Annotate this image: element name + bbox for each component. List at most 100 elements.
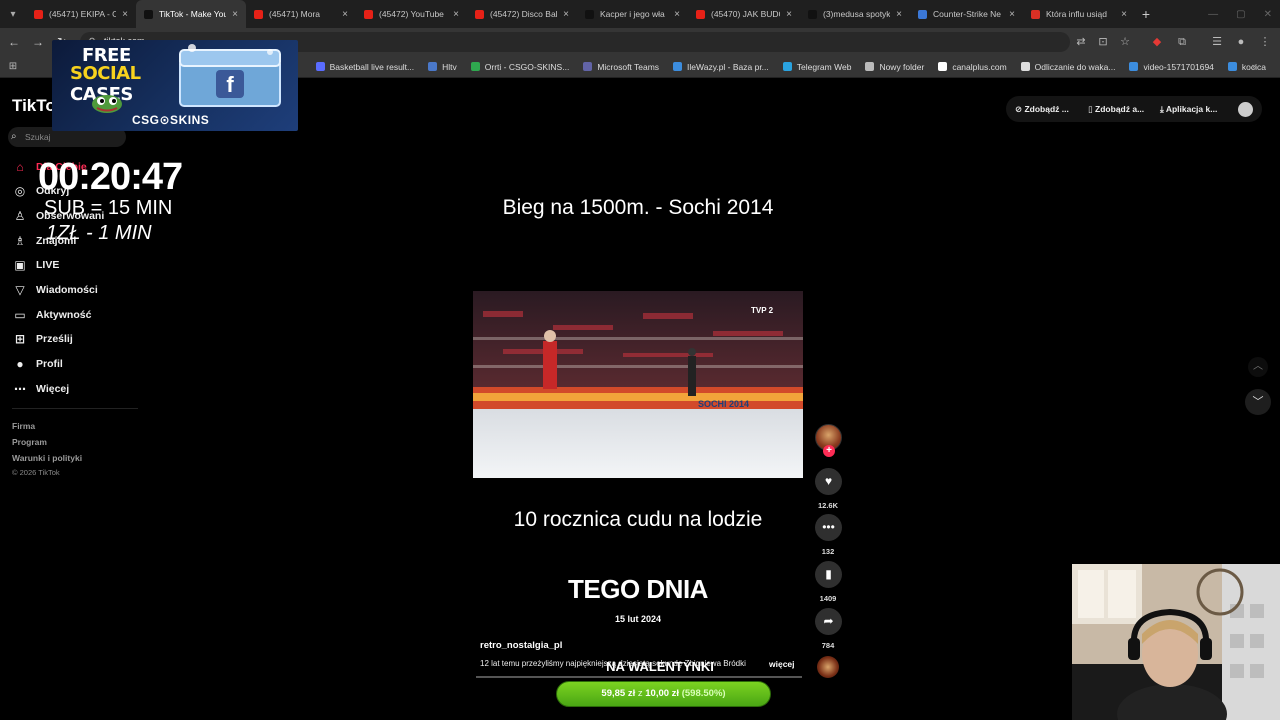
bookmark-favicon-icon: [428, 62, 438, 71]
goal-percent: (598.50%): [681, 688, 726, 699]
sidebar-item-5[interactable]: ▣ LIVE: [12, 258, 59, 272]
video-frame[interactable]: SOCHI 2014 TVP 2: [473, 291, 803, 478]
profile-icon: ●: [16, 357, 24, 371]
bookmark-item[interactable]: IleWazy.pl - Baza pr...: [673, 62, 769, 72]
browser-tab[interactable]: Która influ usiąd ×: [1023, 0, 1135, 28]
footer-link-program[interactable]: Program: [12, 437, 47, 447]
minimize-icon[interactable]: —: [1208, 9, 1218, 20]
save-button[interactable]: ▮: [815, 561, 842, 588]
tab-favicon-icon: [475, 9, 484, 19]
case-chest-icon: f: [179, 44, 281, 107]
close-tab-icon[interactable]: ×: [342, 9, 348, 20]
browser-tab[interactable]: (45470) JAK BUDO ×: [688, 0, 800, 28]
browser-tab[interactable]: (45471) EKIPA - O ×: [26, 0, 136, 28]
tab-title: Kacper i jego wła: [600, 9, 665, 19]
user-avatar[interactable]: [1238, 102, 1253, 117]
bookmark-item[interactable]: Telegram Web: [782, 62, 851, 72]
browser-menu-icon[interactable]: ⋮: [1258, 35, 1272, 49]
tab-title: TikTok - Make You: [159, 9, 227, 19]
bookmark-star-icon[interactable]: ☆: [1118, 35, 1132, 49]
sidebar-item-8[interactable]: ⊞ Prześlij: [12, 332, 73, 346]
extension-icon[interactable]: ◆: [1150, 35, 1164, 49]
close-tab-icon[interactable]: ×: [1009, 9, 1015, 20]
phone-icon: ▯: [1088, 104, 1096, 114]
tab-favicon-icon: [364, 9, 373, 19]
browser-tab[interactable]: Counter-Strike Ne ×: [910, 0, 1023, 28]
author-name[interactable]: retro_nostalgia_pl: [480, 640, 562, 651]
share-button[interactable]: ➦: [815, 608, 842, 635]
video-description: 12 lat temu przeżyliśmy najpiękniejszą d…: [480, 659, 746, 668]
browser-tab[interactable]: (45472) Disco Bal ×: [467, 0, 577, 28]
sub-rule: SUB = 15 MIN: [44, 197, 173, 219]
reading-list-icon[interactable]: ☰: [1210, 35, 1224, 49]
sidebar-item-10[interactable]: ⋯ Więcej: [12, 382, 69, 396]
tab-search-icon[interactable]: ▾: [0, 0, 26, 28]
browser-tab[interactable]: (3)medusa spotyk ×: [800, 0, 910, 28]
bookmark-item[interactable]: kocica: [1227, 62, 1266, 72]
comment-button[interactable]: •••: [815, 514, 842, 541]
bookmark-item[interactable]: Hltv: [428, 62, 457, 72]
install-app-icon[interactable]: ⊡: [1096, 35, 1110, 49]
forward-icon[interactable]: →: [30, 34, 46, 50]
tab-title: (45472) Disco Bal: [490, 9, 558, 19]
video-progress-bar[interactable]: [476, 676, 802, 678]
sidebar-item-7[interactable]: ▭ Aktywność: [12, 308, 91, 322]
more-icon: ⋯: [14, 382, 26, 396]
previous-video-button[interactable]: ︿: [1248, 357, 1268, 377]
bookmark-favicon-icon: [865, 62, 875, 71]
browser-tab[interactable]: (45472) YouTube ×: [356, 0, 467, 28]
tab-title: (3)medusa spotyk: [823, 9, 891, 19]
bookmark-item[interactable]: video-1571701694: [1129, 62, 1214, 72]
extensions-puzzle-icon[interactable]: ⧉: [1175, 35, 1189, 49]
sidebar-item-9[interactable]: ● Profil: [12, 357, 63, 371]
close-tab-icon[interactable]: ×: [232, 9, 238, 20]
footer-link-company[interactable]: Firma: [12, 421, 35, 431]
bookmark-item[interactable]: Basketball live result...: [315, 62, 414, 72]
new-tab-button[interactable]: +: [1135, 6, 1157, 22]
profile-avatar-icon[interactable]: ●: [1234, 35, 1248, 49]
sidebar-item-6[interactable]: ▽ Wiadomości: [12, 283, 97, 297]
close-tab-icon[interactable]: ×: [563, 9, 569, 20]
sidebar-item-label: LIVE: [36, 259, 60, 271]
bookmark-item[interactable]: Odliczanie do waka...: [1020, 62, 1115, 72]
heart-icon: ♥: [824, 474, 833, 488]
desktop-app-button[interactable]: ⤓ Aplikacja k...: [1160, 104, 1217, 115]
sidebar-item-label: Profil: [36, 358, 63, 370]
bookmark-label: Microsoft Teams: [597, 61, 660, 72]
get-coins-button[interactable]: ⊘ Zdobądź ...: [1015, 104, 1069, 115]
apps-grid-icon[interactable]: ⊞: [0, 61, 26, 72]
bookmark-item[interactable]: Orrti - CSGO-SKINS...: [470, 62, 569, 72]
browser-tab[interactable]: Kacper i jego wła ×: [577, 0, 688, 28]
follow-plus-icon[interactable]: +: [823, 445, 835, 457]
browser-tab[interactable]: TikTok - Make You ×: [136, 0, 246, 28]
bookmark-item[interactable]: canalplus.com: [938, 62, 1007, 72]
slide-tego: TEGO DNIA: [568, 574, 708, 604]
svg-text:f: f: [226, 72, 234, 97]
more-bookmarks-icon[interactable]: »: [1252, 61, 1257, 71]
close-tab-icon[interactable]: ×: [674, 9, 680, 20]
tab-favicon-icon: [585, 9, 594, 19]
translate-icon[interactable]: ⇄: [1074, 35, 1088, 49]
donation-rule: 1ZŁ - 1 MIN: [46, 222, 152, 244]
close-tab-icon[interactable]: ×: [122, 9, 128, 20]
share-count: 784: [821, 641, 835, 650]
close-window-icon[interactable]: ✕: [1264, 9, 1272, 20]
like-button[interactable]: ♥: [815, 468, 842, 495]
music-disc[interactable]: [817, 656, 839, 678]
close-tab-icon[interactable]: ×: [453, 9, 459, 20]
compass-icon: ◎: [14, 184, 26, 198]
close-tab-icon[interactable]: ×: [896, 9, 902, 20]
footer-link-terms[interactable]: Warunki i polityki: [12, 453, 82, 463]
bookmark-item[interactable]: Nowy folder: [865, 62, 924, 72]
next-video-button[interactable]: ﹀: [1245, 389, 1271, 415]
browser-tab[interactable]: (45471) Mora ×: [246, 0, 356, 28]
back-icon[interactable]: ←: [6, 34, 22, 50]
more-button[interactable]: więcej: [769, 659, 795, 669]
maximize-icon[interactable]: ▢: [1236, 9, 1245, 20]
comment-icon: •••: [822, 520, 835, 534]
close-tab-icon[interactable]: ×: [786, 9, 792, 20]
tab-favicon-icon: [696, 9, 705, 19]
bookmark-item[interactable]: Microsoft Teams: [583, 62, 659, 72]
get-app-button[interactable]: ▯ Zdobądź a...: [1088, 104, 1144, 115]
close-tab-icon[interactable]: ×: [1121, 9, 1127, 20]
